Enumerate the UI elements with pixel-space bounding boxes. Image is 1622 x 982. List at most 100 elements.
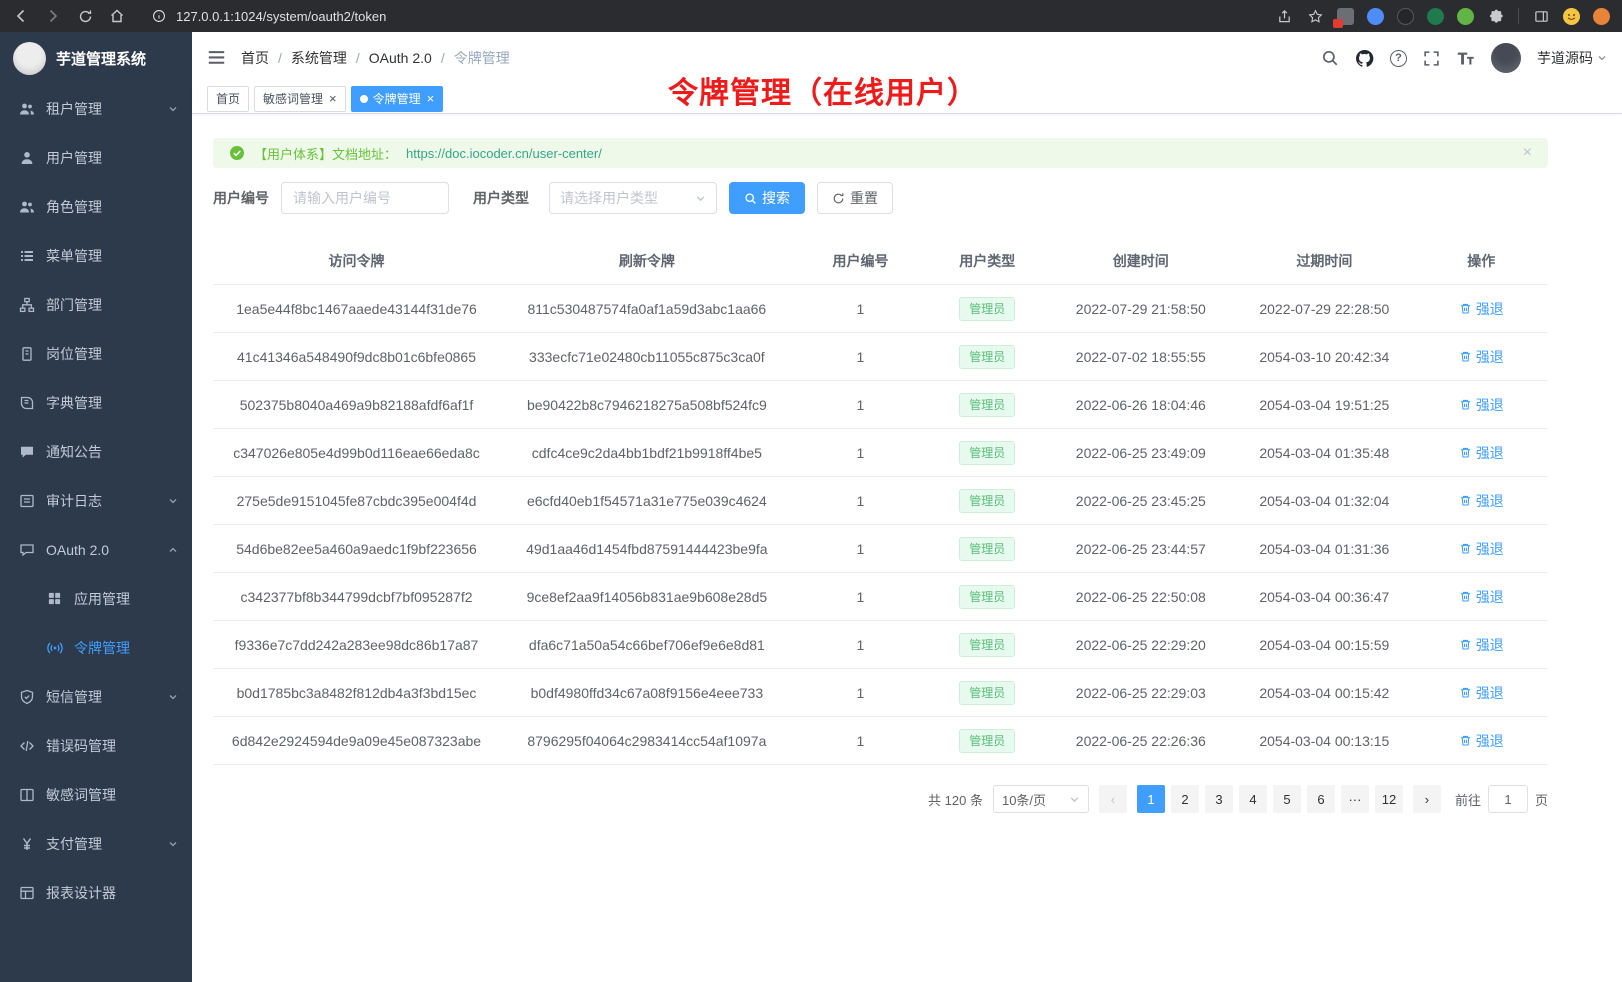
force-logout-button[interactable]: 强退 [1459, 539, 1504, 559]
sidebar-item-tenant[interactable]: 租户管理 [0, 84, 192, 133]
goto-page-input[interactable] [1488, 785, 1528, 813]
sidebar-item-label: 岗位管理 [46, 344, 102, 364]
user-type-tag: 管理员 [959, 489, 1015, 513]
extension-icon[interactable] [1427, 8, 1444, 25]
doc-link[interactable]: https://doc.iocoder.cn/user-center/ [406, 146, 602, 161]
sidebar-item-oauth2-token[interactable]: 令牌管理 [0, 623, 192, 672]
sidebar-item-menu[interactable]: 菜单管理 [0, 231, 192, 280]
browser-menu-icon[interactable] [1593, 8, 1610, 25]
collapse-menu-icon[interactable] [207, 48, 227, 68]
sidebar-item-report-designer[interactable]: 报表设计器 [0, 868, 192, 917]
sidebar-item-role[interactable]: 角色管理 [0, 182, 192, 231]
cell-user-id: 1 [794, 621, 928, 669]
force-logout-button[interactable]: 强退 [1459, 683, 1504, 703]
user-type-select[interactable]: 请选择用户类型 [549, 182, 717, 214]
pagination-more-button[interactable]: ··· [1341, 785, 1369, 813]
search-icon[interactable] [1321, 49, 1339, 67]
force-logout-button[interactable]: 强退 [1459, 587, 1504, 607]
font-size-icon[interactable] [1456, 49, 1475, 68]
sidebar-item-audit-log[interactable]: 审计日志 [0, 476, 192, 525]
page-button-1[interactable]: 1 [1137, 785, 1165, 813]
sidebar-item-dept[interactable]: 部门管理 [0, 280, 192, 329]
breadcrumb-item[interactable]: 首页 [241, 48, 269, 68]
cell-expire-time: 2054-03-04 19:51:25 [1234, 381, 1414, 429]
cell-access-token: f9336e7c7dd242a283ee98dc86b17a87 [213, 621, 500, 669]
breadcrumb-item[interactable]: 系统管理 [291, 48, 347, 68]
sidebar-item-oauth2[interactable]: OAuth 2.0 [0, 525, 192, 574]
yen-icon [19, 836, 35, 852]
sidebar-item-user[interactable]: 用户管理 [0, 133, 192, 182]
force-logout-button[interactable]: 强退 [1459, 395, 1504, 415]
force-logout-button[interactable]: 强退 [1459, 443, 1504, 463]
browser-forward-icon[interactable] [44, 7, 62, 25]
cell-refresh-token: 333ecfc71e02480cb11055c875c3ca0f [500, 333, 794, 381]
page-button-5[interactable]: 5 [1273, 785, 1301, 813]
force-logout-button[interactable]: 强退 [1459, 731, 1504, 751]
alert-close-icon[interactable]: × [1523, 144, 1532, 162]
page-button-2[interactable]: 2 [1171, 785, 1199, 813]
user-id-input[interactable] [281, 182, 449, 214]
extension-icon[interactable] [1337, 8, 1354, 25]
force-logout-button[interactable]: 强退 [1459, 299, 1504, 319]
side-panel-icon[interactable] [1532, 7, 1550, 25]
force-logout-button[interactable]: 强退 [1459, 347, 1504, 367]
page-button-3[interactable]: 3 [1205, 785, 1233, 813]
sidebar-item-pay[interactable]: 支付管理 [0, 819, 192, 868]
extension-icon[interactable] [1397, 8, 1414, 25]
share-icon[interactable] [1275, 7, 1293, 25]
extension-icon[interactable] [1367, 8, 1384, 25]
fullscreen-icon[interactable] [1423, 50, 1440, 67]
browser-home-icon[interactable] [108, 7, 126, 25]
column-header: 刷新令牌 [500, 238, 794, 285]
profile-avatar-icon[interactable] [1563, 8, 1580, 25]
force-logout-button[interactable]: 强退 [1459, 491, 1504, 511]
tab-home[interactable]: 首页 [207, 86, 249, 112]
topbar: 首页/系统管理/OAuth 2.0/令牌管理 ? 芋道源码 [192, 32, 1622, 84]
tab-sensitive-word[interactable]: 敏感词管理× [254, 86, 346, 112]
sidebar-item-post[interactable]: 岗位管理 [0, 329, 192, 378]
tab-label: 令牌管理 [373, 90, 421, 107]
site-info-icon[interactable] [150, 7, 168, 25]
browser-back-icon[interactable] [12, 7, 30, 25]
alert-text: 【用户体系】文档地址： [254, 144, 397, 163]
page-button-12[interactable]: 12 [1375, 785, 1403, 813]
close-icon[interactable]: × [329, 92, 337, 105]
browser-reload-icon[interactable] [76, 7, 94, 25]
sidebar-item-error-code[interactable]: 错误码管理 [0, 721, 192, 770]
sidebar-item-sensitive-word[interactable]: 敏感词管理 [0, 770, 192, 819]
user-menu[interactable]: 芋道源码 [1537, 48, 1607, 68]
sidebar-item-oauth2-app[interactable]: 应用管理 [0, 574, 192, 623]
page-button-4[interactable]: 4 [1239, 785, 1267, 813]
cell-expire-time: 2054-03-04 00:36:47 [1234, 573, 1414, 621]
app-logo[interactable]: 芋道管理系统 [0, 32, 192, 84]
user-type-label: 用户类型 [473, 188, 529, 208]
sidebar-item-label: 令牌管理 [74, 638, 130, 658]
tab-token[interactable]: 令牌管理 × [351, 86, 444, 112]
cell-user-id: 1 [794, 285, 928, 333]
sidebar-item-notice[interactable]: 通知公告 [0, 427, 192, 476]
sidebar-item-dict[interactable]: 字典管理 [0, 378, 192, 427]
chevron-down-icon [168, 839, 178, 849]
tree-icon [19, 297, 35, 313]
github-icon[interactable] [1355, 49, 1374, 68]
prev-page-button[interactable]: ‹ [1099, 785, 1127, 813]
address-bar[interactable]: 127.0.0.1:1024/system/oauth2/token [150, 7, 386, 25]
help-icon[interactable]: ? [1390, 50, 1407, 67]
search-button[interactable]: 搜索 [729, 182, 805, 214]
app-icon [47, 591, 63, 607]
next-page-button[interactable]: › [1413, 785, 1441, 813]
extension-icon[interactable] [1457, 8, 1474, 25]
force-logout-button[interactable]: 强退 [1459, 635, 1504, 655]
bookmark-star-icon[interactable] [1306, 7, 1324, 25]
sidebar-item-sms[interactable]: 短信管理 [0, 672, 192, 721]
sidebar-item-label: OAuth 2.0 [46, 542, 109, 558]
cell-refresh-token: b0df4980ffd34c67a08f9156e4eee733 [500, 669, 794, 717]
user-avatar[interactable] [1491, 43, 1521, 73]
breadcrumb-item[interactable]: OAuth 2.0 [369, 50, 432, 66]
page-button-6[interactable]: 6 [1307, 785, 1335, 813]
reset-button[interactable]: 重置 [817, 182, 893, 214]
sidebar-item-label: 敏感词管理 [46, 785, 116, 805]
extensions-puzzle-icon[interactable] [1487, 7, 1505, 25]
close-icon[interactable]: × [427, 92, 435, 105]
page-size-select[interactable]: 10条/页 [993, 785, 1089, 813]
